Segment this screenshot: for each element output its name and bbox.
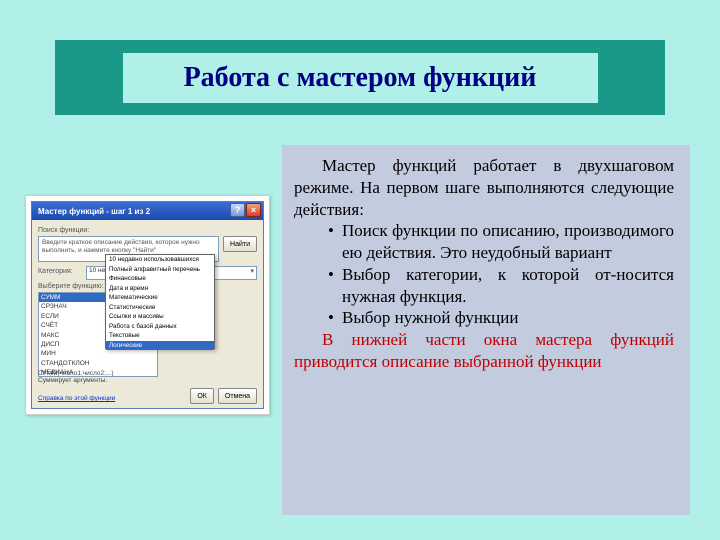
dropdown-item[interactable]: Статистические bbox=[106, 303, 214, 313]
list-item[interactable]: МИН bbox=[39, 349, 157, 358]
ok-button[interactable]: ОК bbox=[190, 388, 214, 404]
dropdown-item[interactable]: Работа с базой данных bbox=[106, 322, 214, 332]
dropdown-item[interactable]: Дата и время bbox=[106, 284, 214, 294]
function-description: СУММ(число1;число2;...) Суммирует аргуме… bbox=[38, 370, 257, 384]
page-title: Работа с мастером функций bbox=[123, 53, 598, 103]
close-icon[interactable]: × bbox=[246, 203, 261, 217]
closing-paragraph: В нижней части окна мастера функций прив… bbox=[294, 329, 674, 373]
bullet-1: Поиск функции по описанию, производимого… bbox=[294, 220, 674, 264]
list-item[interactable]: СТАНДОТКЛОН bbox=[39, 359, 157, 368]
category-dropdown[interactable]: 10 недавно использовавшихся Полный алфав… bbox=[105, 254, 215, 349]
dropdown-item[interactable]: Ссылки и массивы bbox=[106, 312, 214, 322]
dropdown-item[interactable]: Математические bbox=[106, 293, 214, 303]
screenshot-frame: Мастер функций - шаг 1 из 2 ? × Поиск фу… bbox=[25, 195, 270, 415]
dialog-titlebar: Мастер функций - шаг 1 из 2 ? × bbox=[32, 202, 263, 220]
find-button[interactable]: Найти bbox=[223, 236, 257, 252]
function-wizard-dialog: Мастер функций - шаг 1 из 2 ? × Поиск фу… bbox=[31, 201, 264, 409]
dropdown-item[interactable]: Финансовые bbox=[106, 274, 214, 284]
help-link[interactable]: Справка по этой функции bbox=[38, 395, 115, 402]
bullet-3: Выбор нужной функции bbox=[294, 307, 674, 329]
description-panel: Мастер функций работает в двухшаговом ре… bbox=[282, 145, 690, 515]
dropdown-item[interactable]: 10 недавно использовавшихся bbox=[106, 255, 214, 265]
search-label: Поиск функции: bbox=[38, 227, 257, 234]
summary-text: Суммирует аргументы. bbox=[38, 377, 257, 384]
dropdown-item[interactable]: Полный алфавитный перечень bbox=[106, 265, 214, 275]
dropdown-item[interactable]: Логические bbox=[106, 341, 214, 351]
intro-paragraph: Мастер функций работает в двухшаговом ре… bbox=[294, 155, 674, 220]
cancel-button[interactable]: Отмена bbox=[218, 388, 257, 404]
title-band: Работа с мастером функций bbox=[55, 40, 665, 115]
bullet-2: Выбор категории, к которой от-носится ну… bbox=[294, 264, 674, 308]
category-label: Категория: bbox=[38, 268, 82, 275]
dialog-title-text: Мастер функций - шаг 1 из 2 bbox=[38, 207, 150, 216]
dropdown-item[interactable]: Текстовые bbox=[106, 331, 214, 341]
help-icon[interactable]: ? bbox=[230, 203, 245, 217]
signature-text: СУММ(число1;число2;...) bbox=[38, 370, 257, 377]
